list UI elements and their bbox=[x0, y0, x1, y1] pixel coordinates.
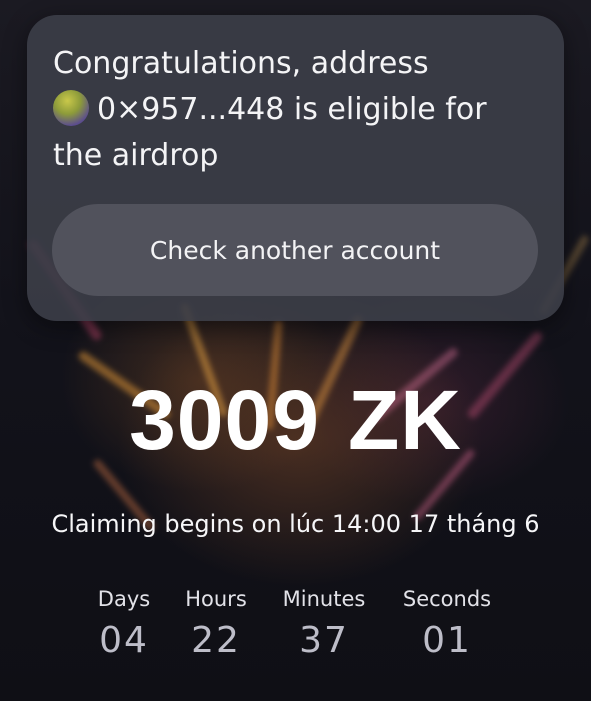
airdrop-amount: 3009 ZK bbox=[0, 372, 591, 469]
claiming-start-text: Claiming begins on lúc 14:00 17 tháng 6 bbox=[51, 510, 540, 538]
countdown-days: Days 04 bbox=[82, 585, 166, 669]
token-symbol: ZK bbox=[347, 373, 462, 467]
message-before-text: Congratulations, address bbox=[53, 46, 429, 81]
minutes-label: Minutes bbox=[282, 587, 366, 611]
countdown-seconds: Seconds 01 bbox=[390, 585, 504, 669]
hours-value: 22 bbox=[191, 620, 241, 661]
hours-label: Hours bbox=[185, 587, 247, 611]
seconds-value: 01 bbox=[422, 620, 472, 661]
amount-value: 3009 bbox=[129, 373, 320, 467]
seconds-label: Seconds bbox=[402, 587, 492, 611]
eligibility-card: Congratulations, address 0×957...448 is … bbox=[27, 15, 564, 321]
minutes-value: 37 bbox=[299, 620, 349, 661]
countdown-minutes: Minutes 37 bbox=[270, 585, 378, 669]
days-label: Days bbox=[97, 587, 151, 611]
countdown-timer: Days 04 Hours 22 Minutes 37 Seconds 01 bbox=[0, 585, 591, 685]
wallet-address: 0×957...448 bbox=[97, 92, 285, 127]
eligibility-message: Congratulations, address 0×957...448 is … bbox=[53, 41, 543, 179]
days-value: 04 bbox=[99, 620, 149, 661]
wallet-avatar bbox=[53, 90, 89, 126]
check-another-account-button[interactable]: Check another account bbox=[52, 204, 538, 296]
countdown-hours: Hours 22 bbox=[172, 585, 260, 669]
